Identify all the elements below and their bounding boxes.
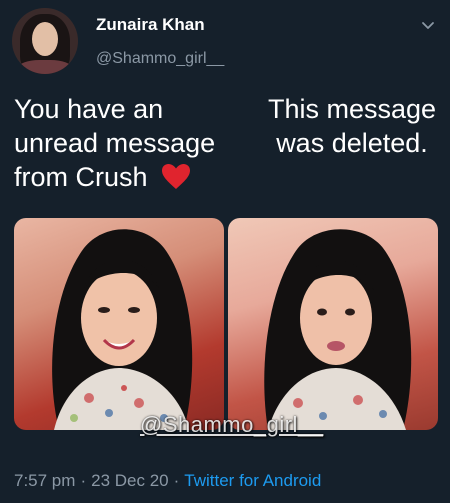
shocked-photo[interactable]: [228, 218, 438, 430]
display-name[interactable]: Zunaira Khan: [96, 15, 205, 35]
user-handle[interactable]: @Shammo_girl__: [96, 50, 224, 68]
tweet-header: Zunaira Khan @Shammo_girl__: [0, 0, 450, 90]
smiling-photo[interactable]: [14, 218, 224, 430]
shocked-woman-illustration: [264, 229, 412, 430]
tweet-source-link[interactable]: Twitter for Android: [184, 471, 321, 490]
right-caption: This message was deleted.: [267, 94, 437, 158]
smiling-woman-illustration: [52, 229, 193, 430]
avatar[interactable]: [12, 8, 78, 74]
tweet-date[interactable]: 23 Dec 20: [91, 471, 169, 490]
left-caption: You have an unread message from Crush: [14, 92, 244, 194]
tweet-metadata: 7:57 pm · 23 Dec 20 · Twitter for Android: [14, 471, 321, 491]
watermark: @Shammo_girl__: [140, 412, 324, 437]
separator-1: ·: [80, 471, 87, 490]
tweet-time[interactable]: 7:57 pm: [14, 471, 75, 490]
heart-icon: [162, 164, 191, 189]
chevron-down-icon[interactable]: [420, 18, 436, 34]
separator-2: ·: [173, 471, 180, 490]
